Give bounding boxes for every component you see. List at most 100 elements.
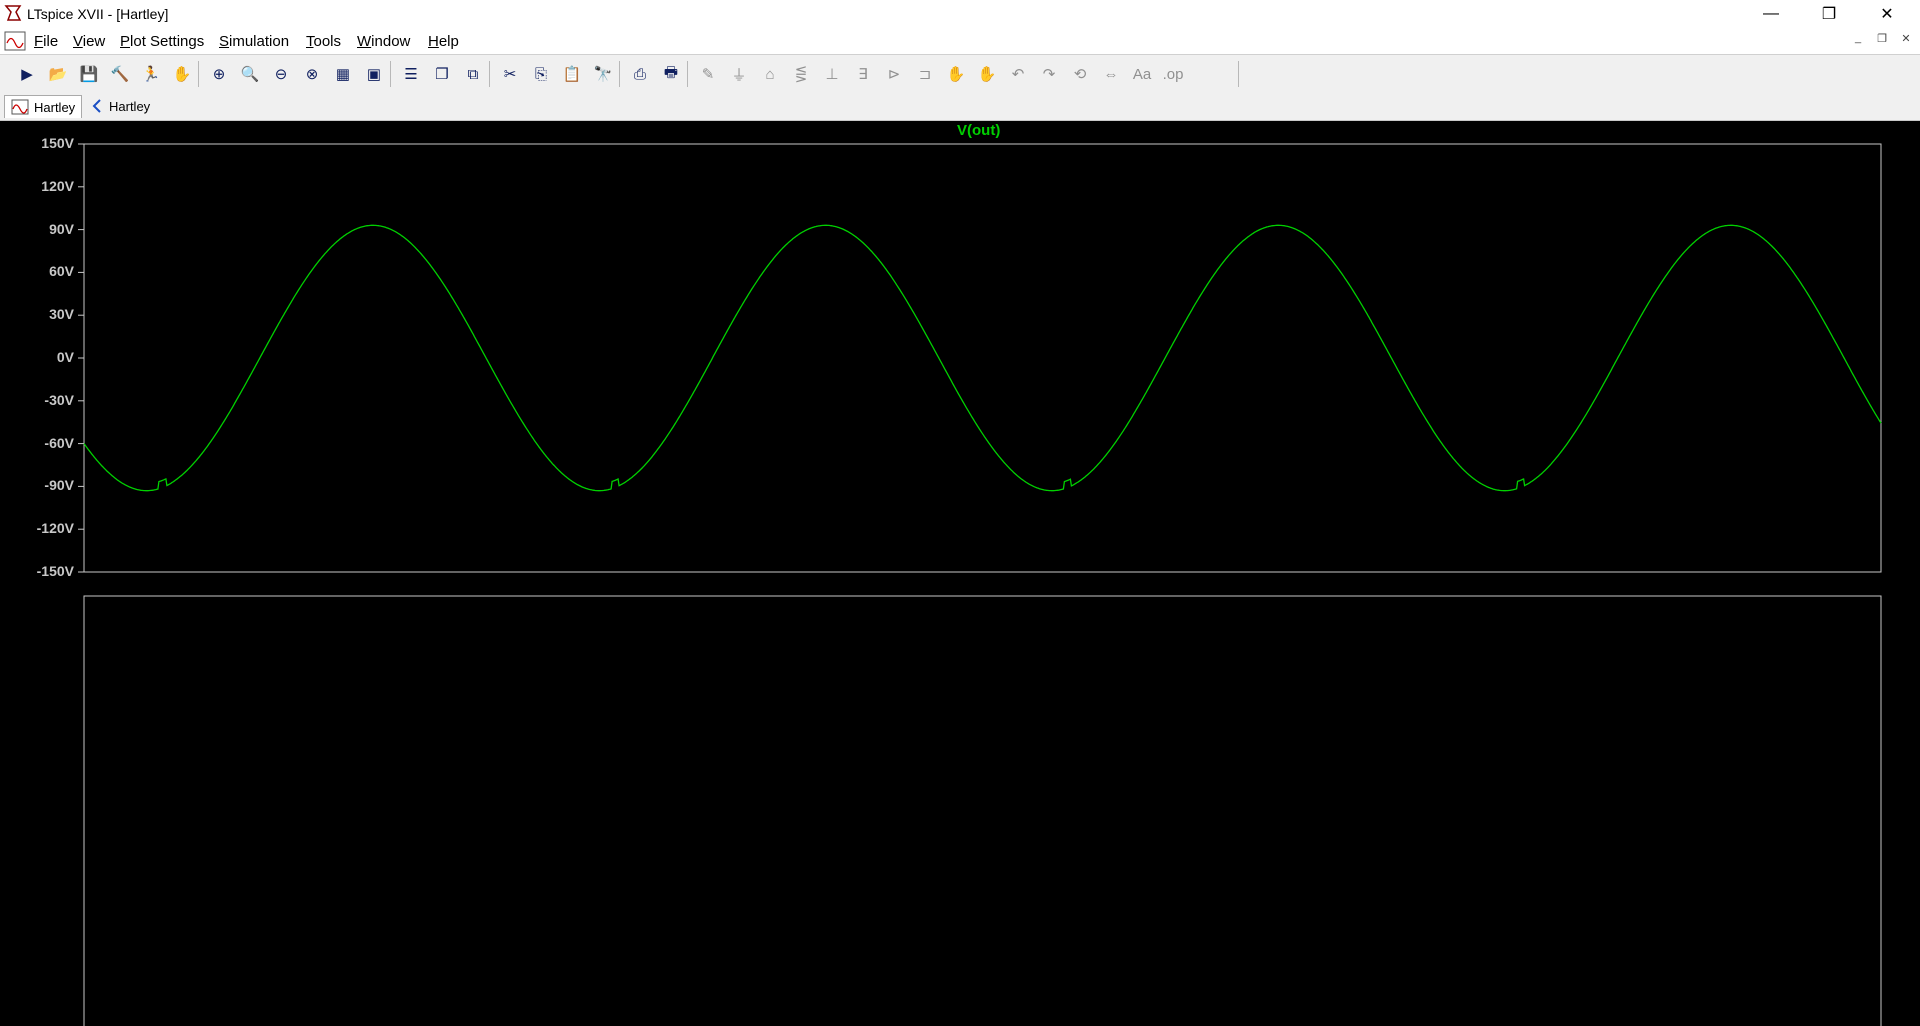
mdi-close-button[interactable]: ✕ bbox=[1896, 32, 1916, 45]
zoom-back-button[interactable]: 🔍 bbox=[237, 61, 263, 87]
text-button[interactable]: Aa bbox=[1129, 61, 1155, 87]
menu-help[interactable]: Help bbox=[428, 33, 459, 50]
window-title: LTspice XVII - [Hartley] bbox=[27, 6, 169, 22]
autorange-icon: ▦ bbox=[335, 66, 351, 83]
close-button[interactable]: ✕ bbox=[1864, 0, 1910, 28]
zoom-fit-button[interactable]: ⊗ bbox=[299, 61, 325, 87]
component-icon: ⊐ bbox=[918, 66, 932, 83]
menu-window[interactable]: Window bbox=[357, 33, 410, 50]
mdi-restore-button[interactable]: ❐ bbox=[1872, 32, 1892, 45]
mirror-button[interactable]: ⇔ bbox=[1098, 61, 1124, 87]
menu-view[interactable]: View bbox=[73, 33, 105, 50]
control-panel-button[interactable]: 🔨 bbox=[107, 61, 133, 87]
tab-label: Hartley bbox=[109, 98, 151, 114]
minimize-button[interactable]: — bbox=[1748, 0, 1794, 28]
cascade-icon: ❐ bbox=[435, 66, 449, 83]
move-button[interactable]: ✋ bbox=[943, 61, 969, 87]
redo-button[interactable]: ↷ bbox=[1036, 61, 1062, 87]
paste-button[interactable]: 📋 bbox=[559, 61, 585, 87]
tile-vertical-button[interactable]: ⧉ bbox=[460, 61, 486, 87]
pan-hand-button[interactable]: ✋ bbox=[169, 61, 195, 87]
toolbar-separator bbox=[198, 61, 199, 87]
diode-icon: ⊳ bbox=[887, 66, 901, 83]
tab-bar: Hartley Hartley bbox=[0, 92, 1920, 121]
trace-vout[interactable] bbox=[83, 224, 1882, 492]
run-man-button[interactable]: 🏃 bbox=[138, 61, 164, 87]
inductor-button[interactable]: ∃ bbox=[850, 61, 876, 87]
ltspice-app-icon bbox=[4, 5, 22, 21]
cascade-button[interactable]: ❐ bbox=[429, 61, 455, 87]
zoom-in-button[interactable]: ⊕ bbox=[206, 61, 232, 87]
drag-icon: ✋ bbox=[977, 66, 997, 83]
toolbar-separator bbox=[390, 61, 391, 87]
waveform-viewer[interactable]: V(out) 150V 120V 90V 60V 30V 0V -30V -60V -90V -1… bbox=[0, 121, 1920, 1026]
waveform-doc-icon bbox=[4, 31, 26, 51]
wire-icon: ✎ bbox=[701, 66, 715, 83]
menu-simulation[interactable]: Simulation bbox=[219, 33, 289, 50]
print-icon: ⎙ bbox=[633, 65, 646, 83]
cut-icon: ✂ bbox=[503, 66, 517, 83]
zoom-out-button[interactable]: ⊖ bbox=[268, 61, 294, 87]
move-icon: ✋ bbox=[946, 66, 966, 83]
drag-button[interactable]: ✋ bbox=[974, 61, 1000, 87]
rotate-icon: ⟲ bbox=[1073, 66, 1087, 83]
resistor-button[interactable]: ⋚ bbox=[788, 61, 814, 87]
mirror-icon: ⇔ bbox=[1103, 65, 1119, 83]
print-button[interactable]: ⎙ bbox=[627, 61, 653, 87]
save-button[interactable]: 💾 bbox=[76, 61, 102, 87]
run-man-icon: 🏃 bbox=[141, 66, 161, 83]
restore-button[interactable]: ❐ bbox=[1806, 0, 1852, 28]
print-preview-button[interactable]: 🖶 bbox=[658, 61, 684, 87]
undo-button[interactable]: ↶ bbox=[1005, 61, 1031, 87]
open-button[interactable]: 📂 bbox=[45, 61, 71, 87]
tile-horizontal-button[interactable]: ☰ bbox=[398, 61, 424, 87]
mdi-minimize-button[interactable]: _ bbox=[1848, 32, 1868, 44]
plot-pane-2-frame bbox=[83, 595, 1882, 1026]
autorange-button[interactable]: ▦ bbox=[330, 61, 356, 87]
tab-hartley-waveform[interactable]: Hartley bbox=[4, 95, 83, 118]
inductor-icon: ∃ bbox=[858, 66, 868, 83]
cut-button[interactable]: ✂ bbox=[497, 61, 523, 87]
run-button[interactable]: ▶ bbox=[14, 61, 40, 87]
zoom-out-icon: ⊖ bbox=[274, 66, 288, 83]
save-icon: 💾 bbox=[79, 66, 99, 83]
run-icon: ▶ bbox=[21, 66, 33, 83]
add-trace-icon: ▣ bbox=[366, 66, 382, 83]
menu-tools[interactable]: Tools bbox=[306, 33, 341, 50]
wire-button[interactable]: ✎ bbox=[695, 61, 721, 87]
copy-button[interactable]: ⎘ bbox=[528, 61, 554, 87]
menu-plot-settings[interactable]: Plot Settings bbox=[120, 33, 204, 50]
component-button[interactable]: ⊐ bbox=[912, 61, 938, 87]
diode-button[interactable]: ⊳ bbox=[881, 61, 907, 87]
redo-icon: ↷ bbox=[1042, 66, 1056, 83]
undo-icon: ↶ bbox=[1011, 66, 1025, 83]
tab-label: Hartley bbox=[34, 99, 76, 115]
print-preview-icon: 🖶 bbox=[663, 63, 679, 81]
label-net-button[interactable]: ⌂ bbox=[757, 61, 783, 87]
plot-canvas[interactable] bbox=[0, 121, 1920, 1026]
label-net-icon: ⌂ bbox=[765, 65, 775, 83]
toolbar-end-separator bbox=[1238, 61, 1239, 87]
toolbar-separator bbox=[489, 61, 490, 87]
capacitor-icon: ⊥ bbox=[825, 66, 839, 83]
spice-directive-icon: .op bbox=[1162, 65, 1184, 83]
schematic-icon bbox=[92, 99, 101, 113]
ground-button[interactable]: ⏚ bbox=[726, 61, 752, 87]
find-button[interactable]: 🔭 bbox=[590, 61, 616, 87]
plot-pane-1-frame bbox=[83, 143, 1882, 573]
rotate-button[interactable]: ⟲ bbox=[1067, 61, 1093, 87]
open-icon: 📂 bbox=[48, 66, 68, 83]
control-panel-icon: 🔨 bbox=[110, 66, 130, 83]
capacitor-button[interactable]: ⊥ bbox=[819, 61, 845, 87]
add-trace-button[interactable]: ▣ bbox=[361, 61, 387, 87]
ground-icon: ⏚ bbox=[731, 66, 747, 84]
paste-icon: 📋 bbox=[562, 66, 582, 83]
spice-directive-button[interactable]: .op bbox=[1160, 61, 1186, 87]
title-bar: LTspice XVII - [Hartley] — ❐ ✕ bbox=[0, 0, 1920, 28]
tile-horizontal-icon: ☰ bbox=[404, 66, 418, 83]
find-icon: 🔭 bbox=[593, 66, 613, 83]
menu-file[interactable]: File bbox=[34, 33, 58, 50]
text-icon: Aa bbox=[1132, 65, 1152, 83]
tab-hartley-schematic[interactable]: Hartley bbox=[84, 95, 156, 117]
toolbar-separator bbox=[687, 61, 688, 87]
